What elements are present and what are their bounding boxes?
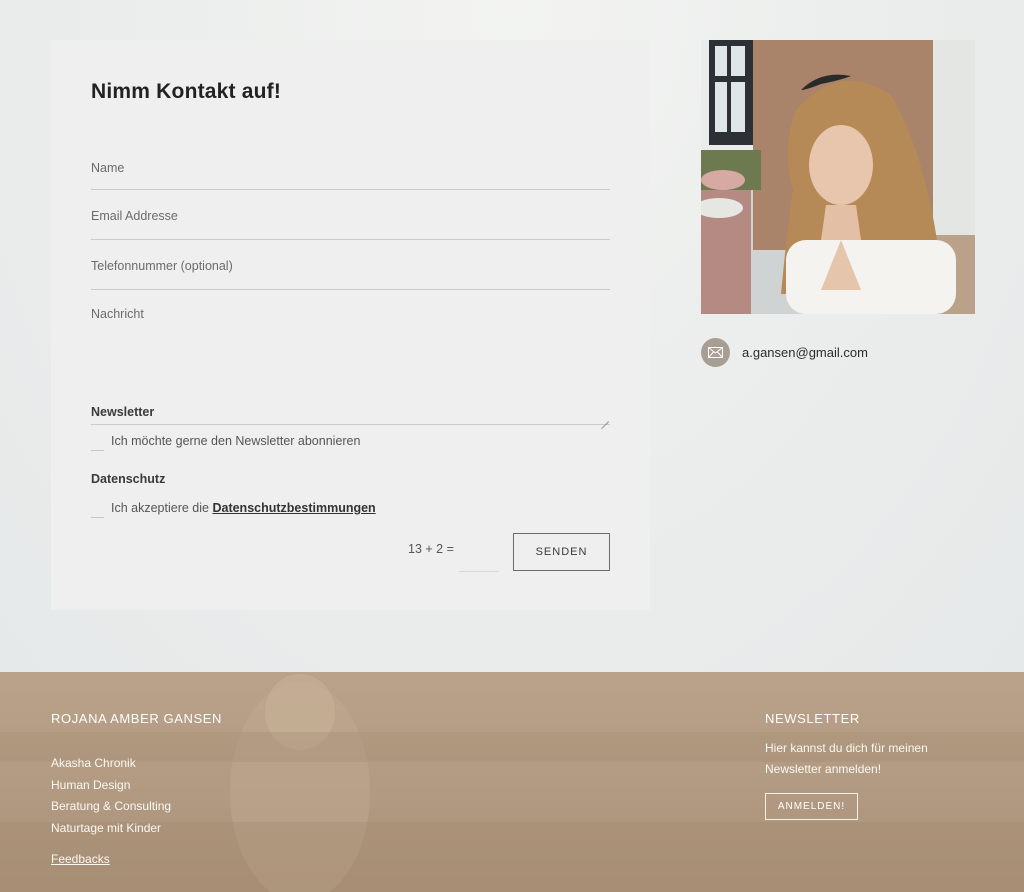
- portrait-photo: [701, 40, 975, 314]
- phone-field[interactable]: Telefonnummer (optional): [91, 256, 610, 290]
- email-field[interactable]: Email Addresse: [91, 206, 610, 240]
- footer-link[interactable]: Beratung & Consulting: [51, 796, 171, 818]
- captcha-question: 13 + 2 =: [408, 542, 454, 556]
- site-footer: ROJANA AMBER GANSEN Akasha Chronik Human…: [0, 672, 1024, 892]
- footer-link[interactable]: Human Design: [51, 775, 171, 797]
- newsletter-section-label: Newsletter: [91, 405, 155, 419]
- contact-form-card: Nimm Kontakt auf! Name Email Addresse Te…: [51, 40, 650, 610]
- newsletter-checkbox[interactable]: [91, 438, 104, 451]
- privacy-checkbox-prefix: Ich akzeptiere die: [111, 501, 209, 515]
- footer-links: Akasha Chronik Human Design Beratung & C…: [51, 753, 171, 839]
- portrait-illustration: [701, 40, 975, 314]
- email-contact-row[interactable]: a.gansen@gmail.com: [701, 338, 868, 367]
- form-title: Nimm Kontakt auf!: [91, 80, 282, 103]
- privacy-section-label: Datenschutz: [91, 472, 166, 486]
- resize-grip-icon[interactable]: [601, 414, 609, 422]
- footer-link[interactable]: Akasha Chronik: [51, 753, 171, 775]
- newsletter-signup-button[interactable]: ANMELDEN!: [765, 793, 858, 820]
- message-textarea[interactable]: Nachricht: [91, 304, 610, 425]
- captcha-input[interactable]: [459, 536, 499, 572]
- privacy-checkbox-text: Ich akzeptiere die Datenschutzbestimmung…: [111, 501, 376, 515]
- name-field[interactable]: Name: [91, 158, 610, 190]
- footer-feedback-link[interactable]: Feedbacks: [51, 852, 110, 866]
- message-placeholder: Nachricht: [91, 307, 144, 321]
- name-placeholder: Name: [91, 161, 125, 175]
- email-placeholder: Email Addresse: [91, 209, 178, 223]
- privacy-checkbox-row[interactable]: Ich akzeptiere die Datenschutzbestimmung…: [91, 500, 376, 518]
- envelope-icon: [701, 338, 730, 367]
- newsletter-checkbox-text: Ich möchte gerne den Newsletter abonnier…: [111, 434, 361, 448]
- footer-brand: ROJANA AMBER GANSEN: [51, 711, 223, 726]
- footer-newsletter-heading: NEWSLETTER: [765, 711, 860, 726]
- privacy-checkbox[interactable]: [91, 505, 104, 518]
- footer-newsletter-text: Hier kannst du dich für meinen Newslette…: [765, 741, 928, 776]
- privacy-policy-link[interactable]: Datenschutzbestimmungen: [212, 501, 375, 515]
- send-button[interactable]: SENDEN: [513, 533, 610, 571]
- newsletter-checkbox-row[interactable]: Ich möchte gerne den Newsletter abonnier…: [91, 433, 361, 451]
- phone-placeholder: Telefonnummer (optional): [91, 259, 233, 273]
- contact-email-text[interactable]: a.gansen@gmail.com: [742, 345, 868, 360]
- footer-link[interactable]: Naturtage mit Kinder: [51, 818, 171, 840]
